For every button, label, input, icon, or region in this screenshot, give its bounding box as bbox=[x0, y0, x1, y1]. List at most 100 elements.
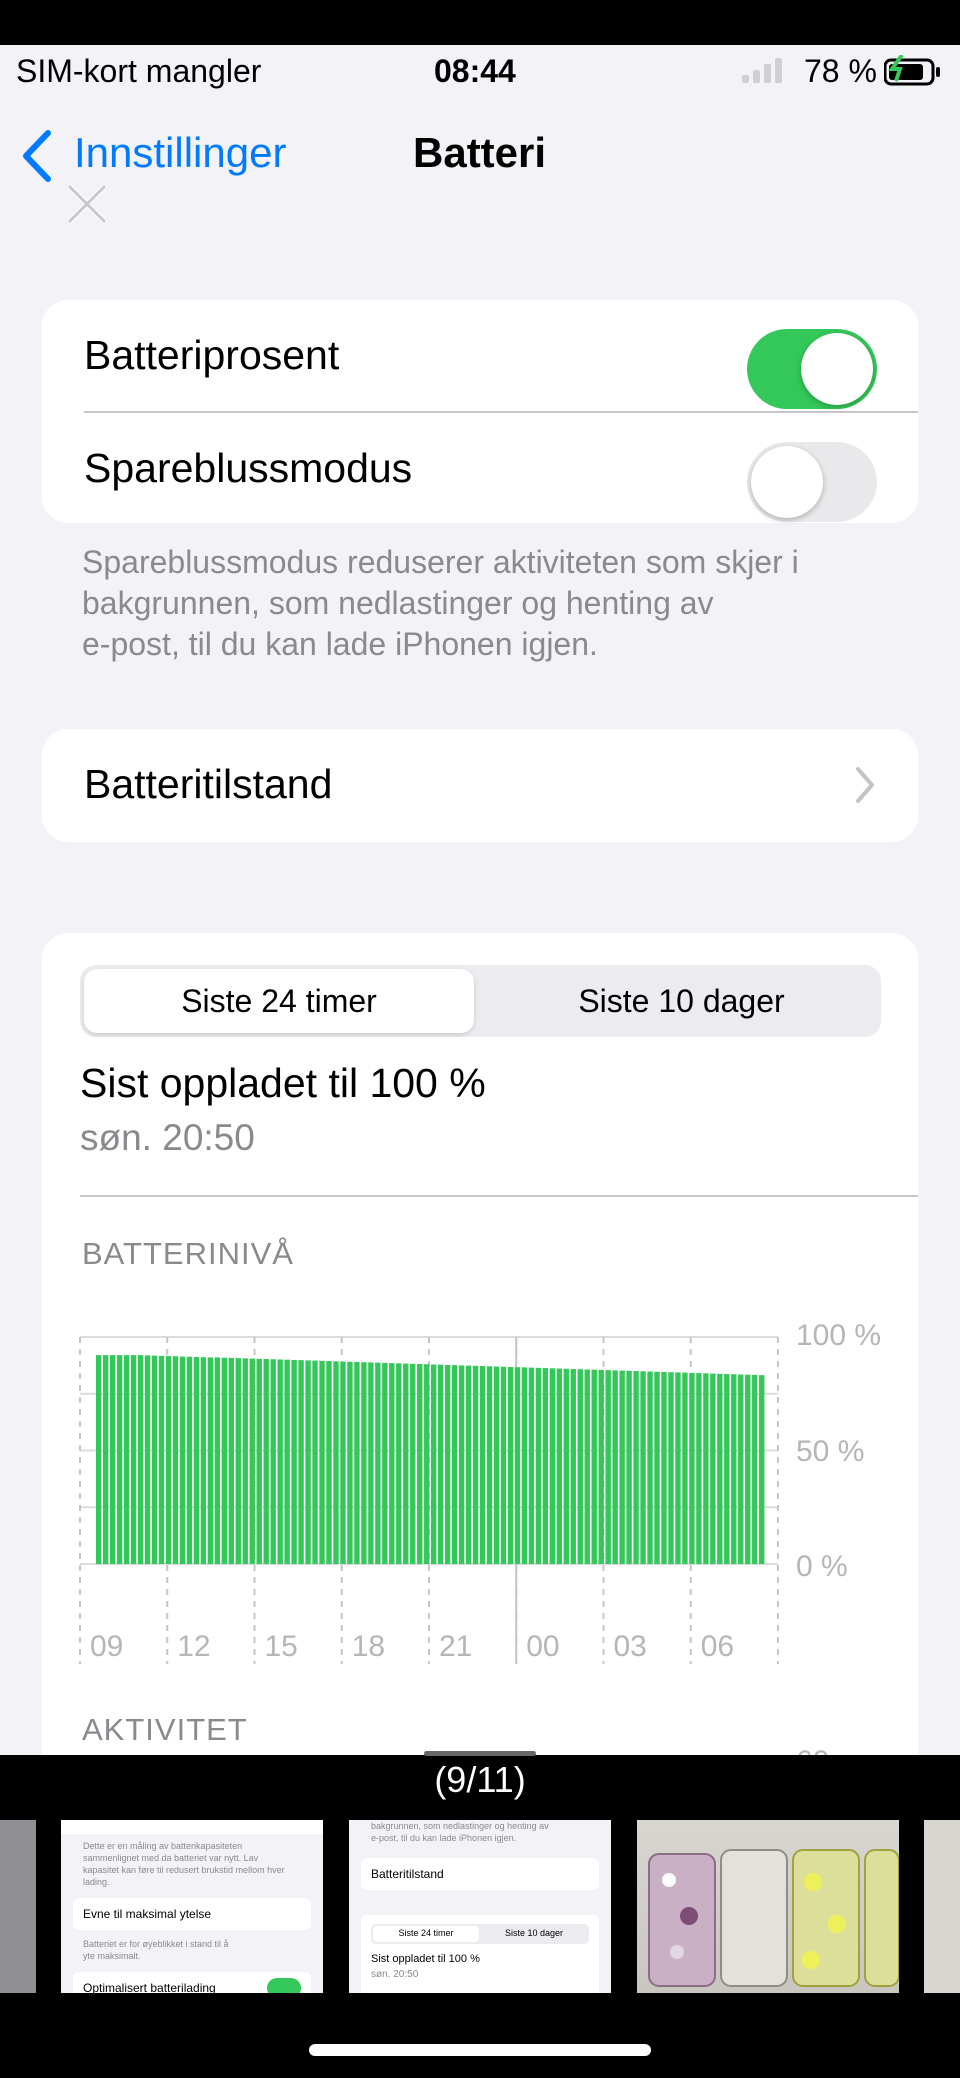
app-screen: SIM-kort mangler 08:44 78 % Innstillinge… bbox=[0, 45, 960, 1755]
battery-bar bbox=[479, 1366, 486, 1564]
x-tick-label: 03 bbox=[613, 1630, 647, 1663]
battery-icon bbox=[883, 53, 944, 92]
back-button[interactable]: Innstillinger bbox=[74, 129, 286, 177]
x-tick-label: 15 bbox=[264, 1630, 298, 1663]
status-time: 08:44 bbox=[434, 53, 516, 89]
row-divider bbox=[84, 411, 918, 413]
status-battery-percent: 78 % bbox=[804, 53, 877, 89]
battery-bar bbox=[389, 1363, 395, 1565]
battery-bar bbox=[696, 1373, 702, 1564]
battery-bar bbox=[179, 1356, 186, 1564]
battery-bar bbox=[738, 1374, 744, 1564]
battery-health-row[interactable]: Batteritilstand bbox=[42, 729, 918, 842]
battery-bar bbox=[396, 1363, 402, 1564]
thumbnail-battery-current[interactable]: bakgrunnen, som nedlastinger og henting … bbox=[349, 1820, 611, 1993]
battery-bar bbox=[717, 1373, 723, 1564]
battery-bar bbox=[689, 1372, 695, 1564]
chevron-right-icon bbox=[854, 765, 876, 810]
battery-bar bbox=[298, 1360, 304, 1564]
battery-bar bbox=[410, 1363, 416, 1564]
battery-bar bbox=[249, 1358, 255, 1564]
battery-bar bbox=[109, 1355, 116, 1564]
battery-bar bbox=[200, 1357, 207, 1564]
battery-bar bbox=[724, 1374, 730, 1564]
battery-bar bbox=[207, 1357, 214, 1564]
battery-bar bbox=[584, 1369, 590, 1564]
battery-bar bbox=[437, 1364, 444, 1564]
battery-percentage-toggle[interactable] bbox=[747, 329, 877, 409]
battery-bar bbox=[305, 1360, 311, 1564]
battery-bar bbox=[542, 1368, 549, 1564]
battery-bar bbox=[626, 1370, 632, 1564]
battery-bar bbox=[703, 1373, 709, 1564]
page-title: Batteri bbox=[413, 129, 547, 176]
battery-bar bbox=[451, 1365, 458, 1564]
battery-bar bbox=[731, 1374, 737, 1564]
battery-bar bbox=[661, 1371, 667, 1564]
low-power-label: Spareblussmodus bbox=[84, 445, 413, 491]
battery-bar bbox=[284, 1359, 290, 1564]
y-tick-label: 100 % bbox=[796, 1319, 882, 1352]
battery-bar bbox=[242, 1358, 248, 1564]
back-chevron-icon[interactable] bbox=[18, 129, 54, 188]
battery-bar bbox=[465, 1365, 472, 1564]
thumbnail-partial-left[interactable] bbox=[0, 1820, 36, 1993]
battery-bar bbox=[354, 1361, 360, 1564]
toggles-card: Batteriprosent Spareblussmodus bbox=[42, 300, 918, 523]
x-tick-label: 06 bbox=[700, 1630, 735, 1663]
battery-health-label: Batteritilstand bbox=[84, 761, 333, 807]
y-tick-label: 0 % bbox=[796, 1550, 848, 1583]
battery-bar bbox=[368, 1362, 374, 1564]
battery-bar bbox=[256, 1358, 262, 1564]
battery-bar bbox=[556, 1368, 563, 1564]
battery-bar bbox=[458, 1365, 465, 1565]
close-icon[interactable] bbox=[66, 183, 108, 230]
battery-bar bbox=[375, 1362, 381, 1564]
battery-bar bbox=[277, 1359, 283, 1564]
battery-bar bbox=[417, 1364, 423, 1564]
battery-bar bbox=[326, 1361, 332, 1564]
battery-bar bbox=[137, 1355, 144, 1564]
battery-bar bbox=[619, 1370, 625, 1564]
image-counter: (9/11) bbox=[434, 1759, 526, 1800]
battery-bar bbox=[382, 1362, 388, 1564]
battery-bar bbox=[500, 1366, 507, 1564]
thumbnail-phone-cases-photo[interactable] bbox=[637, 1820, 899, 1993]
battery-bar bbox=[577, 1369, 583, 1564]
battery-bar bbox=[116, 1355, 123, 1564]
thumbnail-battery-health[interactable]: Dette er en måling av batterikapasiteten… bbox=[61, 1820, 323, 1993]
battery-bar bbox=[493, 1366, 500, 1564]
battery-bar bbox=[424, 1364, 430, 1564]
battery-bar bbox=[172, 1356, 179, 1564]
home-indicator[interactable] bbox=[309, 2044, 651, 2056]
battery-bar bbox=[235, 1358, 241, 1564]
battery-bar bbox=[710, 1373, 716, 1564]
thumbnail-partial-right[interactable] bbox=[924, 1820, 960, 1993]
battery-bar bbox=[96, 1355, 102, 1564]
battery-bar bbox=[263, 1359, 269, 1564]
battery-bar bbox=[340, 1361, 346, 1564]
status-carrier: SIM-kort mangler bbox=[16, 53, 262, 89]
battery-bar bbox=[102, 1355, 109, 1564]
battery-bar bbox=[612, 1370, 618, 1564]
battery-bar bbox=[633, 1371, 639, 1564]
battery-bar bbox=[431, 1364, 437, 1564]
battery-bar bbox=[507, 1366, 514, 1564]
battery-bar bbox=[130, 1355, 137, 1564]
battery-bar bbox=[605, 1370, 611, 1564]
battery-bar bbox=[675, 1372, 681, 1564]
battery-bar bbox=[570, 1369, 576, 1564]
battery-bar bbox=[403, 1363, 409, 1564]
battery-bar bbox=[486, 1366, 493, 1564]
battery-bar bbox=[549, 1368, 556, 1564]
battery-bar bbox=[647, 1371, 653, 1564]
low-power-toggle[interactable] bbox=[747, 442, 877, 522]
battery-bar bbox=[514, 1367, 521, 1564]
y-tick-label: 50 % bbox=[796, 1435, 865, 1468]
scroll-indicator bbox=[424, 1751, 536, 1756]
battery-bar bbox=[186, 1356, 193, 1564]
battery-bar bbox=[598, 1369, 604, 1564]
battery-bar bbox=[528, 1367, 535, 1564]
battery-bar bbox=[312, 1360, 318, 1564]
battery-bar bbox=[752, 1374, 758, 1564]
